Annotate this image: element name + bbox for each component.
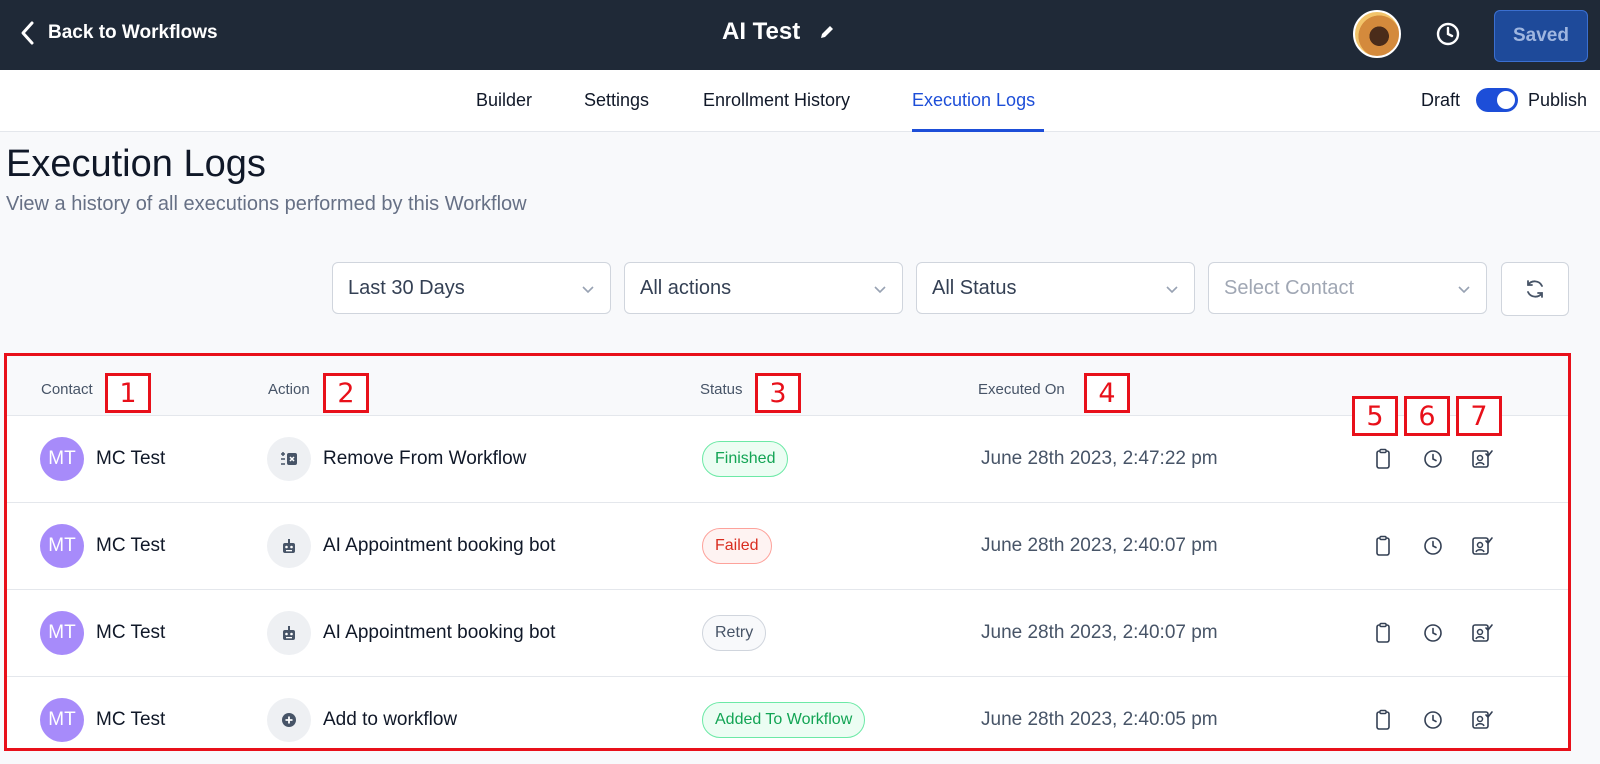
table-row[interactable]: MT MC Test Add to workflow Added To Work… [7, 677, 1568, 764]
action-name: Remove From Workflow [323, 448, 527, 469]
date-range-value: Last 30 Days [348, 276, 465, 299]
history-icon[interactable] [1421, 534, 1445, 558]
user-avatar[interactable] [1353, 10, 1401, 58]
date-range-select[interactable]: Last 30 Days [332, 262, 611, 314]
column-status: Status [700, 381, 743, 398]
back-to-workflows-link[interactable]: Back to Workflows [18, 20, 218, 46]
chevron-down-icon [1458, 286, 1470, 294]
execution-logs-table: Contact Action Status Executed On 1 2 3 … [4, 353, 1571, 751]
publish-toggle[interactable] [1476, 88, 1518, 112]
page-title: Execution Logs [6, 143, 266, 185]
contact-avatar: MT [40, 524, 84, 568]
page-subtitle: View a history of all executions perform… [6, 193, 527, 215]
callout-4: 4 [1084, 373, 1130, 413]
publish-label: Publish [1528, 90, 1588, 110]
callout-3: 3 [755, 373, 801, 413]
callout-2: 2 [323, 373, 369, 413]
contact-check-icon[interactable] [1470, 708, 1494, 732]
top-bar: Back to Workflows AI Test Saved [0, 0, 1600, 70]
workflow-title-text: AI Test [722, 18, 801, 45]
remove-workflow-icon [267, 437, 311, 481]
callout-7: 7 [1456, 396, 1502, 436]
column-contact: Contact [41, 381, 93, 398]
status-badge: Retry [702, 615, 767, 651]
executed-on: June 28th 2023, 2:40:07 pm [981, 622, 1218, 643]
action-name: AI Appointment booking bot [323, 535, 556, 556]
history-icon[interactable] [1434, 20, 1462, 48]
tab-builder[interactable]: Builder [476, 90, 532, 111]
status-select[interactable]: All Status [916, 262, 1195, 314]
table-row[interactable]: MT MC Test AI Appointment booking bot Re… [7, 590, 1568, 677]
history-icon[interactable] [1421, 447, 1445, 471]
actions-select[interactable]: All actions [624, 262, 903, 314]
tab-bar: Builder Settings Enrollment History Exec… [0, 70, 1600, 132]
status-badge: Finished [702, 441, 789, 477]
contact-avatar: MT [40, 611, 84, 655]
clipboard-icon[interactable] [1371, 621, 1395, 645]
history-icon[interactable] [1421, 621, 1445, 645]
status-badge: Added To Workflow [702, 702, 866, 738]
add-circle-icon [267, 698, 311, 742]
actions-value: All actions [640, 276, 732, 299]
toggle-knob [1497, 91, 1515, 109]
column-executed-on: Executed On [978, 381, 1065, 398]
active-tab-indicator [912, 129, 1044, 132]
action-name: AI Appointment booking bot [323, 622, 556, 643]
executed-on: June 28th 2023, 2:40:07 pm [981, 535, 1218, 556]
table-row[interactable]: MT MC Test AI Appointment booking bot Fa… [7, 503, 1568, 590]
chevron-down-icon [582, 286, 594, 294]
column-action: Action [268, 381, 310, 398]
refresh-button[interactable] [1501, 262, 1569, 316]
tab-execution-logs[interactable]: Execution Logs [912, 90, 1035, 111]
contact-name[interactable]: MC Test [96, 448, 165, 470]
contact-select[interactable]: Select Contact [1208, 262, 1487, 314]
contact-check-icon[interactable] [1470, 447, 1494, 471]
executed-on: June 28th 2023, 2:40:05 pm [981, 709, 1218, 730]
draft-label: Draft [1421, 90, 1461, 110]
tab-enrollment-history[interactable]: Enrollment History [703, 90, 850, 111]
chevron-left-icon [21, 21, 34, 45]
clipboard-icon[interactable] [1371, 534, 1395, 558]
pencil-icon[interactable] [818, 23, 836, 41]
table-row[interactable]: MT MC Test Remove From Workflow Finished… [7, 416, 1568, 503]
history-icon[interactable] [1421, 708, 1445, 732]
contact-placeholder: Select Contact [1224, 276, 1355, 299]
action-name: Add to workflow [323, 709, 458, 730]
tab-settings[interactable]: Settings [584, 90, 649, 111]
workflow-title: AI Test [722, 18, 836, 46]
executed-on: June 28th 2023, 2:47:22 pm [981, 448, 1218, 469]
back-label: Back to Workflows [48, 22, 218, 43]
contact-check-icon[interactable] [1470, 534, 1494, 558]
refresh-icon [1527, 280, 1543, 298]
bot-icon [267, 524, 311, 568]
clipboard-icon[interactable] [1371, 447, 1395, 471]
contact-name[interactable]: MC Test [96, 535, 165, 557]
callout-5: 5 [1352, 396, 1398, 436]
contact-name[interactable]: MC Test [96, 622, 165, 644]
contact-avatar: MT [40, 437, 84, 481]
status-value: All Status [932, 276, 1017, 299]
callout-6: 6 [1404, 396, 1450, 436]
contact-name[interactable]: MC Test [96, 709, 165, 731]
chevron-down-icon [874, 286, 886, 294]
clipboard-icon[interactable] [1371, 708, 1395, 732]
chevron-down-icon [1166, 286, 1178, 294]
contact-avatar: MT [40, 698, 84, 742]
saved-button[interactable]: Saved [1494, 10, 1588, 62]
contact-check-icon[interactable] [1470, 621, 1494, 645]
status-badge: Failed [702, 528, 772, 564]
bot-icon [267, 611, 311, 655]
callout-1: 1 [105, 373, 151, 413]
